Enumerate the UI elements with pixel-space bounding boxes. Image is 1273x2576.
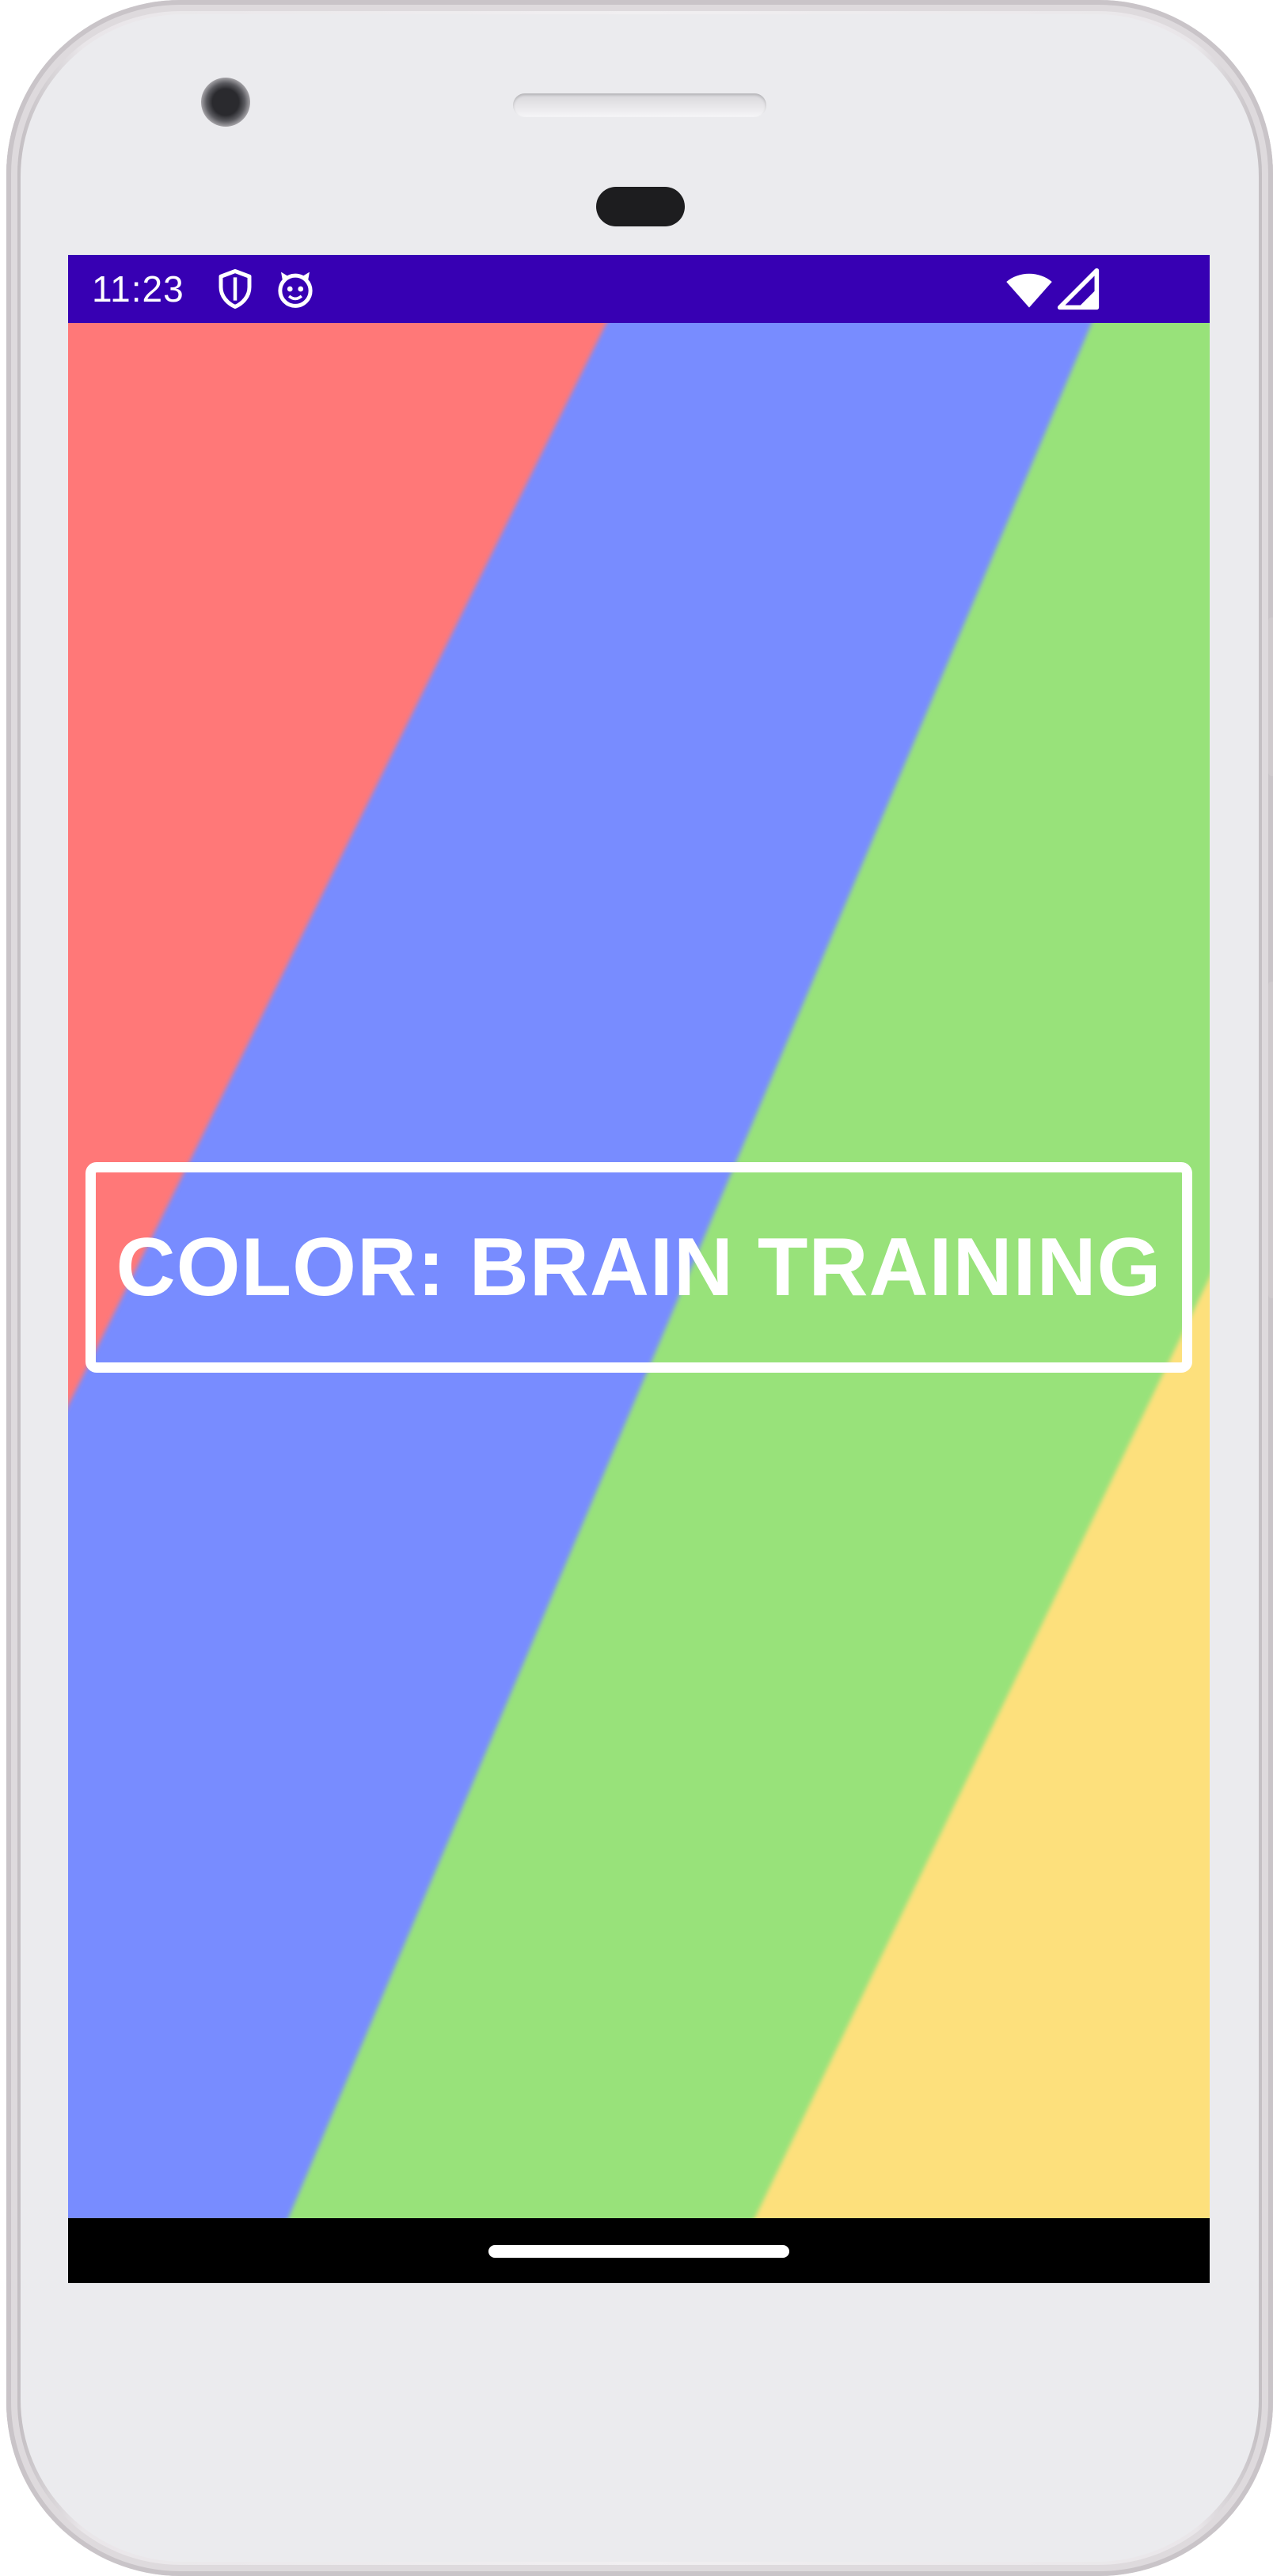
status-time: 11:23 xyxy=(92,268,184,310)
earpiece-speaker xyxy=(513,93,766,117)
front-camera xyxy=(201,78,250,127)
proximity-sensor xyxy=(596,187,685,226)
wifi-icon xyxy=(1006,273,1052,308)
cat-face-icon xyxy=(278,272,313,308)
cellular-signal-icon xyxy=(1057,268,1100,310)
navigation-bar xyxy=(68,2218,1210,2283)
phone-frame: 11:23 COLOR: BRAIN TRAINING xyxy=(6,0,1273,2576)
app-title: COLOR: BRAIN TRAINING xyxy=(116,1221,1162,1313)
shield-icon xyxy=(218,269,252,309)
phone-screen: 11:23 COLOR: BRAIN TRAINING xyxy=(68,255,1210,2283)
app-title-frame: COLOR: BRAIN TRAINING xyxy=(86,1162,1192,1373)
home-handle[interactable] xyxy=(488,2245,789,2258)
splash-screen: COLOR: BRAIN TRAINING xyxy=(68,323,1210,2218)
power-button xyxy=(1268,617,1273,776)
volume-button xyxy=(1268,982,1273,1298)
status-bar: 11:23 xyxy=(68,255,1210,323)
